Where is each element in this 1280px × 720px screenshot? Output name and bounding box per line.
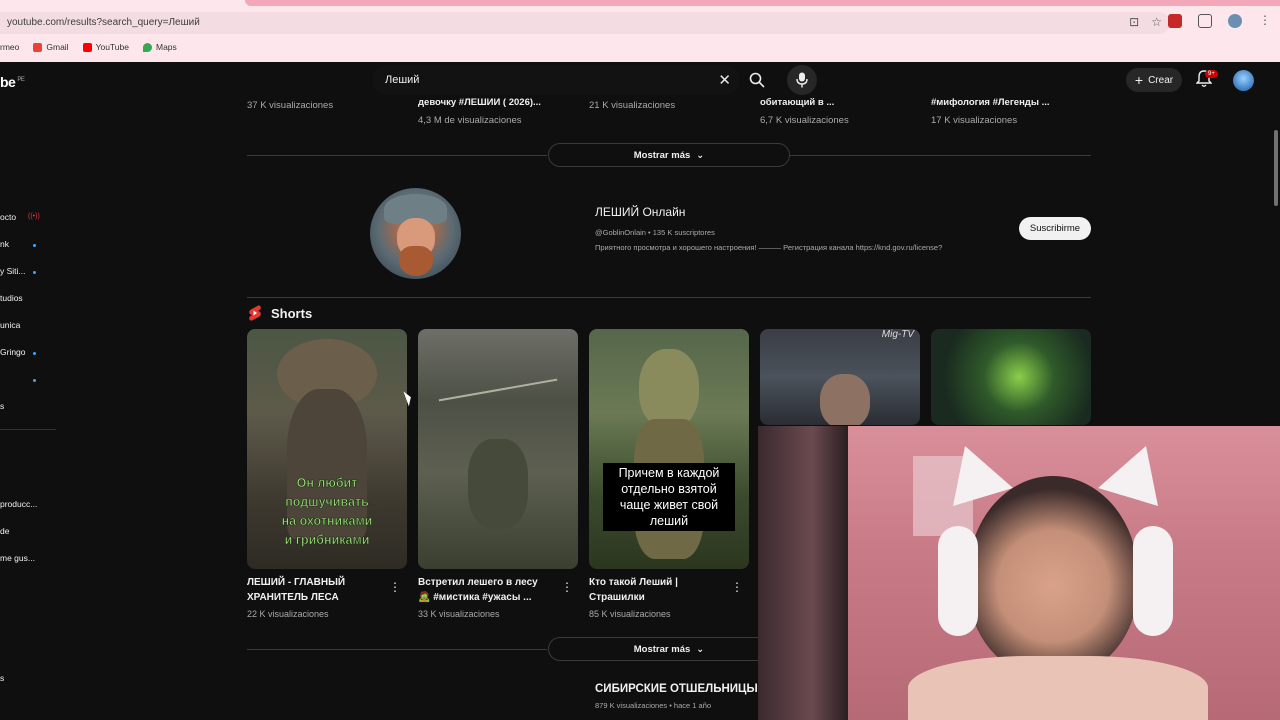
- tab-strip: [245, 0, 1280, 6]
- bookmark-gmail[interactable]: Gmail: [33, 42, 69, 52]
- new-content-dot: [33, 271, 36, 274]
- sidebar-item[interactable]: de: [0, 526, 9, 536]
- short-title[interactable]: Встретил лешего в лесу 🧟 #мистика #ужасы…: [418, 575, 548, 605]
- account-avatar[interactable]: [1233, 70, 1254, 91]
- show-more-shorts-button[interactable]: Mostrar más ⌄: [548, 637, 790, 661]
- new-content-dot: [33, 244, 36, 247]
- profile-icon[interactable]: [1228, 14, 1242, 28]
- gmail-icon: [33, 42, 43, 52]
- short-overlay-label: Mig-TV: [881, 329, 914, 340]
- short-thumbnail[interactable]: [931, 329, 1091, 425]
- microphone-icon: [796, 72, 808, 88]
- short-overlay-text: Он любит подшучивать на охотниками и гри…: [281, 476, 373, 548]
- bookmark-youtube[interactable]: YouTube: [82, 42, 129, 52]
- video-meta: 879 K visualizaciones • hace 1 año: [595, 701, 712, 710]
- bookmark-maps[interactable]: Maps: [142, 42, 177, 52]
- channel-description: Приятного просмотра и хорошего настроени…: [595, 243, 943, 252]
- sidebar-item[interactable]: s: [0, 673, 4, 683]
- channel-handle-subscribers: @GoblinOnlain • 135 K suscriptores: [595, 228, 715, 237]
- more-actions-icon[interactable]: ⋮: [389, 580, 401, 594]
- video-views: 6,7 K visualizaciones: [760, 115, 849, 126]
- video-views: 21 K visualizaciones: [589, 100, 676, 111]
- video-title[interactable]: девочку #ЛЕШИИ ( 2026)...: [418, 97, 541, 108]
- channel-name[interactable]: ЛЕШИЙ Онлайн: [595, 205, 685, 219]
- short-views: 22 K visualizaciones: [247, 609, 329, 619]
- short-thumbnail[interactable]: [418, 329, 578, 569]
- webcam-overlay: [758, 426, 1280, 720]
- shorts-heading: Shorts: [271, 306, 313, 321]
- sidebar-subscription-item[interactable]: tudios: [0, 293, 23, 303]
- extensions-puzzle-icon[interactable]: [1198, 14, 1212, 28]
- video-views: 4,3 M de visualizaciones: [418, 115, 522, 126]
- live-icon: ((•)): [28, 213, 40, 220]
- short-thumbnail[interactable]: Mig-TV: [760, 329, 920, 425]
- search-query[interactable]: Леший: [385, 74, 419, 86]
- webcam-background-door: [758, 426, 848, 720]
- sidebar: octo ((•)) nk y Siti... tudios unica Gri…: [0, 98, 58, 720]
- subscribe-button[interactable]: Suscribirme: [1019, 217, 1091, 240]
- youtube-logo[interactable]: be PE: [0, 74, 25, 90]
- short-views: 85 K visualizaciones: [589, 609, 671, 619]
- clear-search-icon[interactable]: ✕: [718, 71, 731, 89]
- menu-kebab-icon[interactable]: ⋮: [1258, 14, 1272, 28]
- page-scrollbar[interactable]: [1274, 130, 1278, 206]
- sidebar-item-liked[interactable]: me gus...: [0, 553, 35, 563]
- short-title[interactable]: ЛЕШИЙ - ГЛАВНЫЙ ХРАНИТЕЛЬ ЛЕСА: [247, 575, 377, 605]
- section-divider: [247, 155, 547, 156]
- chevron-down-icon: ⌄: [696, 149, 705, 161]
- sidebar-subscription-item[interactable]: Gringo: [0, 347, 26, 357]
- short-thumbnail[interactable]: Он любит подшучивать на охотниками и гри…: [247, 329, 407, 569]
- sidebar-item-productions[interactable]: producc...: [0, 499, 37, 509]
- search-button[interactable]: [742, 67, 772, 93]
- create-button[interactable]: + Crear: [1126, 68, 1182, 92]
- section-divider: [790, 155, 1091, 156]
- plus-icon: +: [1134, 72, 1144, 88]
- section-divider: [247, 649, 547, 650]
- new-content-dot: [33, 352, 36, 355]
- video-title[interactable]: СИБИРСКИЕ ОТШЕЛЬНИЦЫ.: [595, 683, 761, 695]
- sidebar-subscription-item[interactable]: unica: [0, 320, 20, 330]
- more-actions-icon[interactable]: ⋮: [561, 580, 573, 594]
- chevron-down-icon: ⌄: [696, 643, 705, 655]
- extension-pdf-icon[interactable]: [1168, 14, 1182, 28]
- youtube-icon: [82, 42, 92, 52]
- notification-badge: 9+: [1205, 70, 1218, 78]
- sidebar-show-more[interactable]: s: [0, 401, 4, 411]
- bookmarks-bar: rmeo Gmail YouTube Maps: [0, 40, 177, 54]
- voice-search-button[interactable]: [787, 65, 817, 95]
- video-title[interactable]: обитающий в ...: [760, 97, 834, 108]
- browser-chrome: youtube.com/results?search_query=Леший ⊡…: [0, 0, 1280, 62]
- show-more-button[interactable]: Mostrar más ⌄: [548, 143, 790, 167]
- short-overlay-text: Причем в каждой отдельно взятой чаще жив…: [603, 463, 735, 531]
- url-text[interactable]: youtube.com/results?search_query=Леший: [7, 17, 200, 28]
- search-icon: [749, 72, 765, 88]
- video-title[interactable]: #мифология #Легенды ...: [931, 97, 1050, 108]
- sidebar-subscription-item[interactable]: octo: [0, 212, 16, 222]
- video-views: 37 K visualizaciones: [247, 100, 334, 111]
- bookmark-star-icon[interactable]: ☆: [1151, 15, 1162, 29]
- short-thumbnail[interactable]: Причем в каждой отдельно взятой чаще жив…: [589, 329, 749, 569]
- shorts-icon: [249, 305, 261, 321]
- youtube-header: be PE Леший ✕ + Crear 9+: [0, 62, 1280, 98]
- short-views: 33 K visualizaciones: [418, 609, 500, 619]
- bookmark-item[interactable]: rmeo: [0, 42, 19, 52]
- search-input[interactable]: Леший ✕: [372, 65, 740, 95]
- maps-icon: [142, 42, 152, 52]
- sidebar-subscription-item[interactable]: nk: [0, 239, 9, 249]
- channel-avatar[interactable]: [370, 188, 461, 279]
- new-content-dot: [33, 379, 36, 382]
- short-title[interactable]: Кто такой Леший | Страшилки: [589, 575, 719, 605]
- video-views: 17 K visualizaciones: [931, 115, 1018, 126]
- streamer: [908, 446, 1208, 720]
- section-divider: [247, 297, 1091, 298]
- install-app-icon[interactable]: ⊡: [1129, 15, 1139, 29]
- sidebar-divider: [0, 429, 56, 430]
- sidebar-subscription-item[interactable]: y Siti...: [0, 266, 26, 276]
- more-actions-icon[interactable]: ⋮: [731, 580, 743, 594]
